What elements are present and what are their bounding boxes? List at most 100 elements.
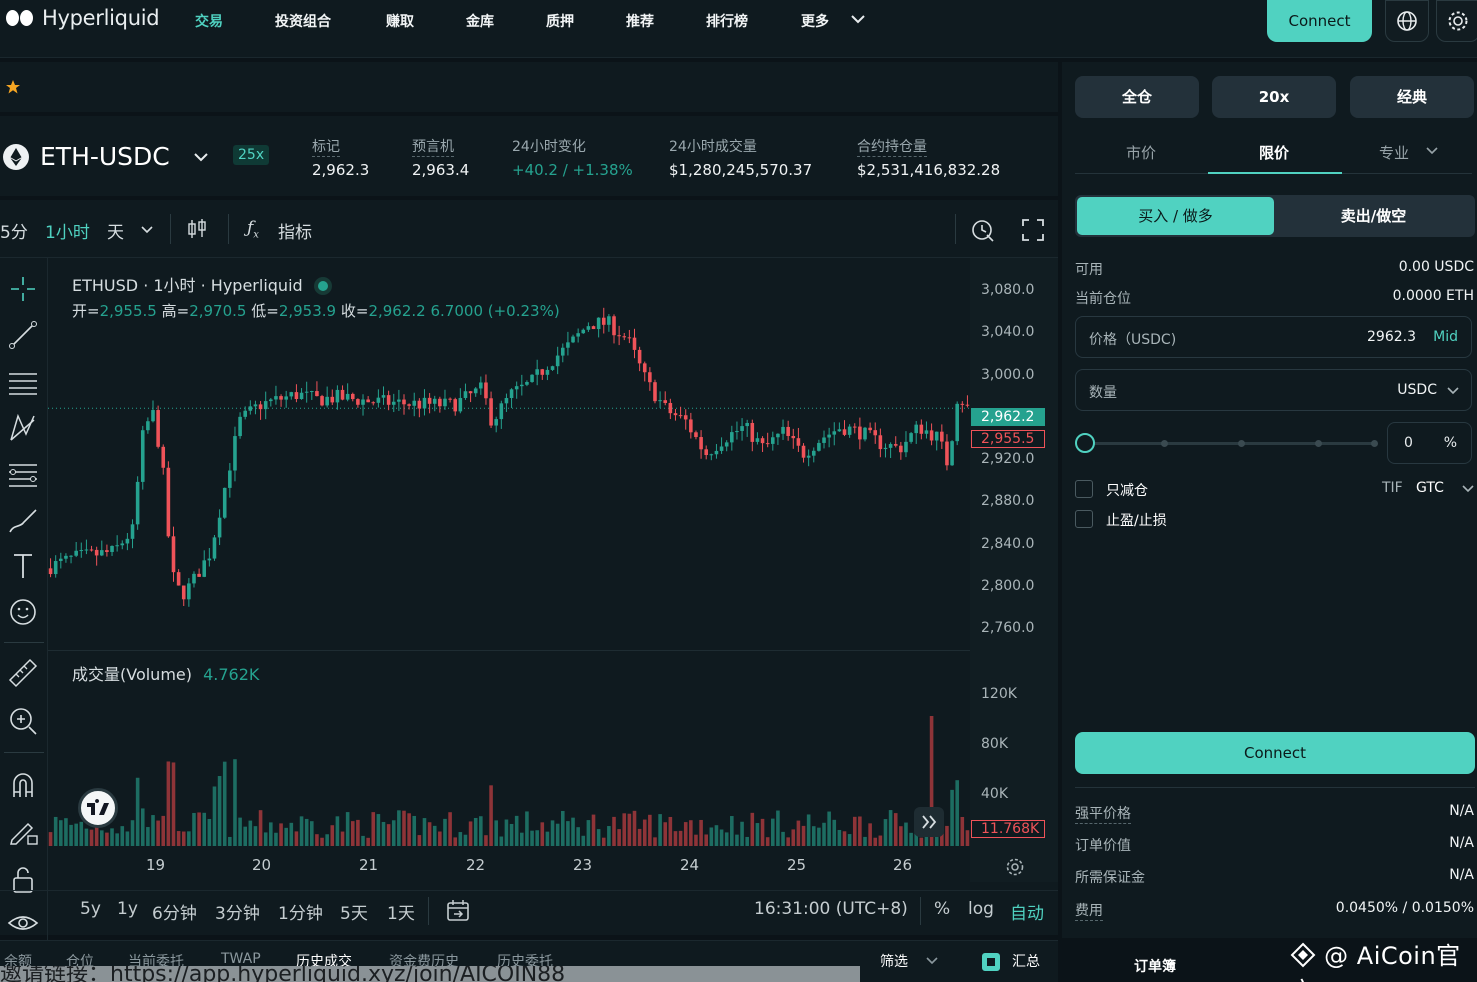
chevron-down-icon[interactable] bbox=[1424, 145, 1440, 157]
percent-value[interactable]: 0 bbox=[1404, 435, 1413, 451]
date-range-icon[interactable] bbox=[444, 896, 472, 924]
pitchfork-icon[interactable] bbox=[6, 410, 40, 444]
size-unit-select[interactable]: USDC bbox=[1397, 382, 1437, 398]
nav-vaults[interactable]: 金库 bbox=[466, 11, 494, 31]
size-input[interactable]: 数量 USDC bbox=[1075, 369, 1472, 411]
range-3m[interactable]: 3分钟 bbox=[215, 899, 260, 924]
auto-scale-toggle[interactable]: 自动 bbox=[1010, 899, 1044, 924]
margin-mode-button[interactable]: 全仓 bbox=[1075, 76, 1199, 118]
nav-earn[interactable]: 赚取 bbox=[386, 11, 414, 31]
tab-pro[interactable]: 专业 bbox=[1379, 142, 1409, 163]
tradingview-logo[interactable] bbox=[78, 788, 118, 828]
sell-short-button[interactable]: 卖出/做空 bbox=[1275, 197, 1472, 235]
brand-logo[interactable]: Hyperliquid bbox=[6, 6, 160, 30]
volume-bar bbox=[520, 832, 524, 846]
chevron-down-icon[interactable] bbox=[139, 224, 155, 236]
tif-select[interactable]: GTC bbox=[1416, 480, 1444, 496]
slider-handle[interactable] bbox=[1075, 433, 1095, 453]
settings-button[interactable] bbox=[1436, 0, 1477, 42]
nav-more[interactable]: 更多 bbox=[801, 11, 829, 31]
summary-checkbox[interactable] bbox=[982, 953, 1000, 971]
leverage-button[interactable]: 20x bbox=[1212, 76, 1336, 118]
lock-drawing-icon[interactable] bbox=[6, 814, 40, 848]
interval-1h[interactable]: 1小时 bbox=[45, 218, 90, 243]
tab-twap[interactable]: TWAP bbox=[221, 951, 261, 967]
crosshair-icon[interactable] bbox=[6, 272, 40, 306]
volume-axis[interactable]: 120K 80K 40K 11.768K bbox=[970, 650, 1058, 850]
nav-referrals[interactable]: 推荐 bbox=[626, 11, 654, 31]
price-axis[interactable]: 3,080.0 3,040.0 3,000.0 2,920.0 2,880.0 … bbox=[970, 258, 1058, 650]
mid-price-button[interactable]: Mid bbox=[1433, 329, 1458, 345]
brush-icon[interactable] bbox=[6, 502, 40, 536]
nav-leaderboard[interactable]: 排行榜 bbox=[706, 11, 748, 31]
horizontal-lines-icon[interactable] bbox=[6, 364, 40, 398]
volume-bar bbox=[596, 829, 601, 846]
trend-line-icon[interactable] bbox=[6, 318, 40, 352]
close-label: 收= bbox=[340, 302, 369, 320]
chevron-down-icon[interactable] bbox=[192, 150, 210, 164]
zoom-in-icon[interactable] bbox=[6, 704, 40, 738]
log-scale-toggle[interactable]: log bbox=[968, 899, 994, 919]
classic-mode-button[interactable]: 经典 bbox=[1350, 76, 1474, 118]
range-1d[interactable]: 1天 bbox=[387, 899, 415, 924]
tab-market[interactable]: 市价 bbox=[1126, 142, 1156, 163]
language-button[interactable] bbox=[1385, 0, 1429, 42]
candle bbox=[463, 391, 468, 398]
volume-tick: 120K bbox=[981, 686, 1017, 702]
range-6m[interactable]: 6分钟 bbox=[152, 899, 197, 924]
scroll-to-latest-button[interactable] bbox=[914, 807, 944, 837]
volume-bar bbox=[637, 828, 642, 846]
text-icon[interactable] bbox=[6, 548, 40, 582]
size-percent-input[interactable]: 0 % bbox=[1387, 422, 1472, 464]
nav-portfolio[interactable]: 投资组合 bbox=[275, 11, 331, 31]
volume-bar bbox=[463, 834, 468, 846]
interval-1d[interactable]: 天 bbox=[107, 218, 124, 243]
tab-limit[interactable]: 限价 bbox=[1259, 142, 1289, 163]
nav-trade[interactable]: 交易 bbox=[195, 11, 223, 31]
interval-5m[interactable]: 5分 bbox=[0, 218, 28, 243]
volume-bars bbox=[48, 716, 970, 846]
fullscreen-icon[interactable] bbox=[1021, 218, 1045, 242]
chevron-down-icon[interactable] bbox=[1445, 385, 1461, 397]
referral-link-banner[interactable]: 邀请链接：https://app.hyperliquid.xyz/join/AI… bbox=[0, 966, 860, 982]
range-5d[interactable]: 5天 bbox=[340, 899, 368, 924]
reduce-only-checkbox[interactable] bbox=[1075, 480, 1093, 498]
range-5y[interactable]: 5y bbox=[80, 899, 101, 919]
price-input[interactable]: 价格（USDC) 2962.3 Mid bbox=[1075, 316, 1472, 358]
connect-wallet-button[interactable]: Connect bbox=[1267, 0, 1372, 42]
pair-symbol[interactable]: ETH-USDC bbox=[40, 142, 170, 171]
replay-clock-icon[interactable] bbox=[970, 217, 996, 243]
connect-button[interactable]: Connect bbox=[1075, 732, 1475, 774]
chevron-down-icon[interactable] bbox=[849, 12, 867, 26]
axis-settings[interactable] bbox=[970, 850, 1058, 882]
timezone-clock[interactable]: 16:31:00 (UTC+8) bbox=[754, 899, 908, 919]
candle bbox=[678, 415, 683, 417]
tpsl-checkbox[interactable] bbox=[1075, 510, 1093, 528]
size-slider[interactable] bbox=[1075, 422, 1378, 464]
nav-staking[interactable]: 质押 bbox=[546, 11, 574, 31]
buy-long-button[interactable]: 买入 / 做多 bbox=[1077, 197, 1274, 235]
magnet-icon[interactable] bbox=[6, 768, 40, 802]
candle-style-icon[interactable] bbox=[185, 217, 209, 241]
chevron-down-icon[interactable] bbox=[1460, 483, 1476, 495]
orderbook-tab[interactable]: 订单簿 bbox=[1134, 956, 1176, 976]
function-icon[interactable]: ƒx bbox=[247, 218, 259, 240]
chevron-down-icon[interactable] bbox=[924, 955, 940, 967]
fib-retracement-icon[interactable] bbox=[6, 456, 40, 490]
volume-bar bbox=[125, 831, 130, 846]
time-tick: 23 bbox=[573, 856, 593, 874]
price-value[interactable]: 2962.3 bbox=[1367, 329, 1416, 345]
range-1y[interactable]: 1y bbox=[117, 899, 138, 919]
volume-bar bbox=[581, 835, 586, 846]
star-icon[interactable] bbox=[5, 79, 21, 95]
volume-bar bbox=[417, 835, 422, 846]
percent-scale-toggle[interactable]: % bbox=[934, 899, 950, 919]
candle bbox=[146, 421, 150, 431]
emoji-icon[interactable] bbox=[6, 594, 40, 628]
indicators-button[interactable]: 指标 bbox=[278, 218, 312, 243]
range-1m[interactable]: 1分钟 bbox=[278, 899, 323, 924]
time-axis[interactable]: 19 20 21 22 23 24 25 26 bbox=[48, 850, 970, 882]
ruler-icon[interactable] bbox=[6, 656, 40, 690]
filter-dropdown[interactable]: 筛选 bbox=[880, 951, 908, 971]
price-chart[interactable] bbox=[48, 258, 1058, 890]
